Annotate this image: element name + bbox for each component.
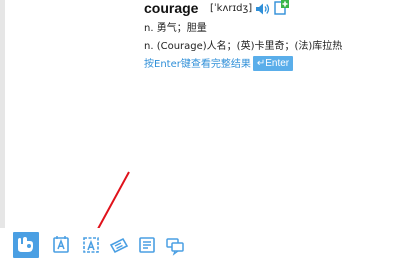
view-full-results-link[interactable]: 按Enter键查看完整结果 [144,59,251,71]
bottom-toolbar [0,228,400,261]
headword: courage [144,0,199,16]
screen-capture-translate-icon[interactable] [78,232,104,258]
enter-key-badge[interactable]: ↵Enter [253,56,293,71]
word-lookup-icon[interactable] [48,232,74,258]
phonetic: [ˈkʌrɪdʒ] [210,3,253,14]
word-card-icon[interactable] [106,232,132,258]
translation-icon[interactable] [134,232,160,258]
add-to-wordbook-icon[interactable] [274,0,289,15]
chat-icon[interactable] [162,232,188,258]
dictionary-logo-icon[interactable] [13,232,39,258]
speaker-icon[interactable] [255,1,271,15]
definition-line: n. 勇气；胆量 [144,23,207,34]
dictionary-popup: courage [ˈkʌrɪdʒ] n. 勇气；胆量 n. (Courage)人… [0,0,400,228]
definition-line: n. (Courage)人名；(英)卡里奇；(法)库拉热 [144,41,343,52]
